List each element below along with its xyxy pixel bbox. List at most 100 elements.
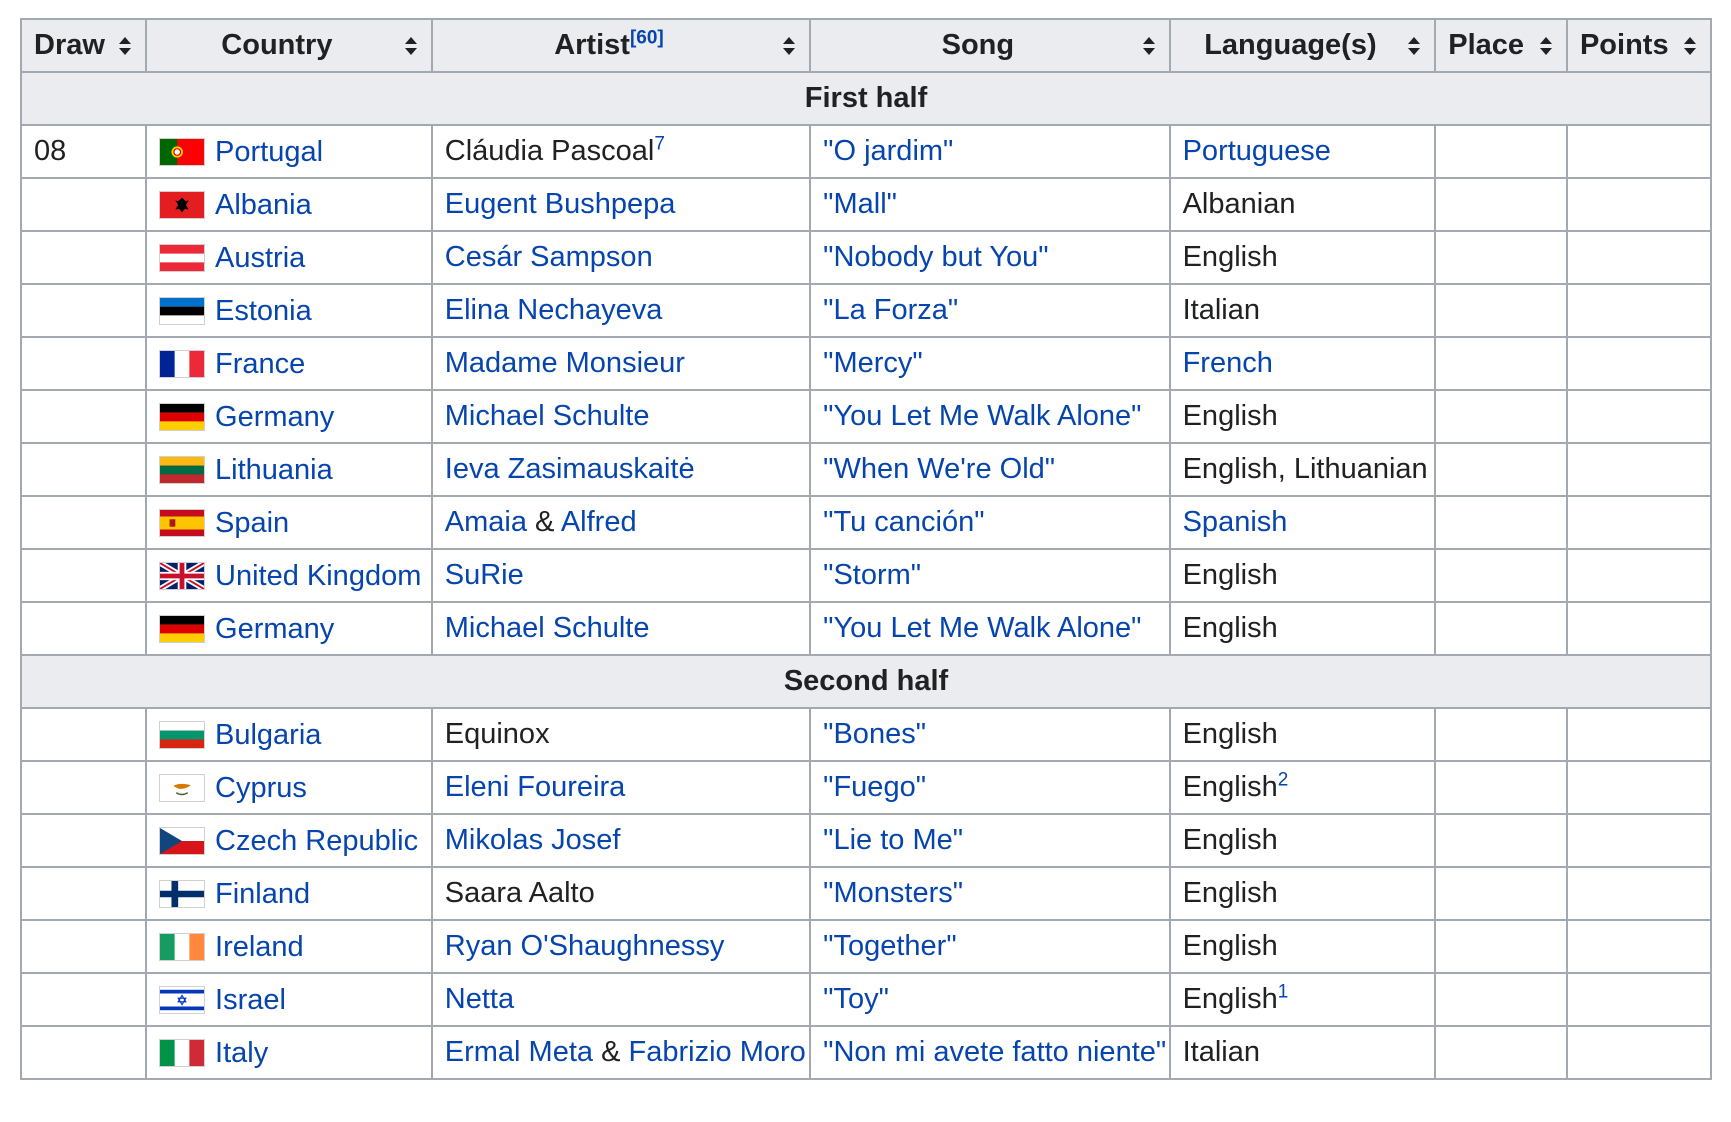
song-link[interactable]: "Lie to Me": [823, 824, 963, 856]
column-header-country[interactable]: Country: [145, 18, 433, 73]
draw-cell: [19, 177, 148, 232]
song-cell: "Monsters": [809, 866, 1171, 921]
song-link[interactable]: "Tu canción": [823, 506, 984, 538]
song-link[interactable]: "Non mi avete fatto niente": [823, 1036, 1166, 1068]
note-link[interactable]: 7: [654, 133, 665, 154]
country-cell: Bulgaria: [145, 707, 433, 762]
language-link[interactable]: Spanish: [1183, 506, 1288, 538]
sort-icon[interactable]: [403, 35, 419, 57]
artist-link[interactable]: Alfred: [561, 506, 637, 538]
language-link[interactable]: French: [1183, 347, 1273, 379]
country-link[interactable]: Ireland: [215, 930, 304, 962]
song-link[interactable]: "Toy": [823, 983, 889, 1015]
song-link[interactable]: "Mall": [823, 188, 897, 220]
artist-link[interactable]: Mikolas Josef: [445, 824, 621, 856]
country-link[interactable]: Germany: [215, 612, 334, 644]
song-link[interactable]: "You Let Me Walk Alone": [823, 612, 1141, 644]
artist-link[interactable]: Ieva Zasimauskaitė: [445, 453, 695, 485]
artist-cell: Elina Nechayeva: [430, 283, 812, 338]
header-label: Draw: [34, 29, 105, 61]
language-cell: English: [1168, 601, 1437, 656]
artist-link[interactable]: Eugent Bushpepa: [445, 188, 676, 220]
country-link[interactable]: Germany: [215, 400, 334, 432]
artist-link[interactable]: Amaia: [445, 506, 527, 538]
country-link[interactable]: Portugal: [215, 135, 323, 167]
place-cell: [1434, 124, 1568, 179]
song-link[interactable]: "When We're Old": [823, 453, 1055, 485]
artist-link[interactable]: Elina Nechayeva: [445, 294, 663, 326]
ireland-flag-icon: [159, 932, 206, 961]
country-link[interactable]: Austria: [215, 241, 305, 273]
points-cell: [1565, 336, 1713, 391]
song-cell: "You Let Me Walk Alone": [809, 601, 1171, 656]
column-header-song[interactable]: Song: [809, 18, 1171, 73]
draw-cell: [19, 866, 148, 921]
song-link[interactable]: "La Forza": [823, 294, 958, 326]
note-link[interactable]: 2: [1278, 769, 1289, 790]
song-link[interactable]: "Nobody but You": [823, 241, 1048, 273]
artist-cell: Saara Aalto: [430, 866, 812, 921]
country-link[interactable]: France: [215, 347, 305, 379]
germany-flag-icon: [159, 402, 206, 431]
song-link[interactable]: "Bones": [823, 718, 926, 750]
artist-link[interactable]: Michael Schulte: [445, 612, 650, 644]
song-link[interactable]: "Mercy": [823, 347, 923, 379]
table-row: Italy Ermal Meta & Fabrizio Moro "Non mi a…: [19, 1025, 1713, 1080]
country-link[interactable]: Spain: [215, 506, 289, 538]
table-row: Czech Republic Mikolas Josef "Lie to Me" En…: [19, 813, 1713, 868]
column-header-draw[interactable]: Draw: [19, 18, 148, 73]
sort-icon[interactable]: [1682, 35, 1698, 57]
artist-link[interactable]: Eleni Foureira: [445, 771, 626, 803]
artist-cell: Cláudia Pascoal7: [430, 124, 812, 179]
points-cell: [1565, 495, 1713, 550]
place-cell: [1434, 389, 1568, 444]
artist-link[interactable]: Ryan O'Shaughnessy: [445, 930, 725, 962]
country-link[interactable]: Bulgaria: [215, 718, 321, 750]
column-header-place[interactable]: Place: [1434, 18, 1568, 73]
artist-link[interactable]: Ermal Meta: [445, 1036, 593, 1068]
column-header-artist[interactable]: Artist[60]: [430, 18, 812, 73]
artist-link[interactable]: Madame Monsieur: [445, 347, 685, 379]
country-link[interactable]: Czech Republic: [215, 824, 418, 856]
sort-icon[interactable]: [781, 35, 797, 57]
song-cell: "La Forza": [809, 283, 1171, 338]
header-label: Song: [941, 29, 1015, 61]
table-row: Ireland Ryan O'Shaughnessy "Together" Engli…: [19, 919, 1713, 974]
artist-link[interactable]: SuRie: [445, 559, 524, 591]
song-link[interactable]: "Storm": [823, 559, 921, 591]
country-link[interactable]: Lithuania: [215, 453, 333, 485]
artist-text: Cláudia Pascoal: [444, 135, 655, 167]
song-link[interactable]: "O jardim": [823, 135, 953, 167]
artist-link[interactable]: Michael Schulte: [445, 400, 650, 432]
song-cell: "Lie to Me": [809, 813, 1171, 868]
language-cell: English: [1168, 813, 1437, 868]
language-link[interactable]: Portuguese: [1183, 135, 1331, 167]
song-link[interactable]: "Fuego": [823, 771, 926, 803]
artist-cell: Cesár Sampson: [430, 230, 812, 285]
country-link[interactable]: Cyprus: [215, 771, 307, 803]
song-link[interactable]: "You Let Me Walk Alone": [823, 400, 1141, 432]
artist-link[interactable]: Netta: [445, 983, 514, 1015]
country-link[interactable]: Albania: [215, 188, 312, 220]
country-cell: France: [145, 336, 433, 391]
sort-icon[interactable]: [117, 35, 133, 57]
reference-link[interactable]: [60]: [630, 27, 664, 48]
country-link[interactable]: Estonia: [215, 294, 312, 326]
column-header-languages[interactable]: Language(s): [1168, 18, 1437, 73]
song-link[interactable]: "Monsters": [823, 877, 963, 909]
country-link[interactable]: Italy: [215, 1036, 268, 1068]
language-cell: French: [1168, 336, 1437, 391]
song-link[interactable]: "Together": [823, 930, 956, 962]
sort-icon[interactable]: [1406, 35, 1422, 57]
note-link[interactable]: 1: [1278, 981, 1289, 1002]
artist-link[interactable]: Cesár Sampson: [445, 241, 653, 273]
artist-link[interactable]: Fabrizio Moro: [629, 1036, 806, 1068]
country-link[interactable]: Finland: [215, 877, 310, 909]
country-link[interactable]: United Kingdom: [215, 559, 421, 591]
sort-icon[interactable]: [1141, 35, 1157, 57]
sort-icon[interactable]: [1538, 35, 1554, 57]
column-header-points[interactable]: Points: [1565, 18, 1713, 73]
artist-cell: Michael Schulte: [430, 389, 812, 444]
country-link[interactable]: Israel: [215, 983, 286, 1015]
language-cell: English: [1168, 548, 1437, 603]
